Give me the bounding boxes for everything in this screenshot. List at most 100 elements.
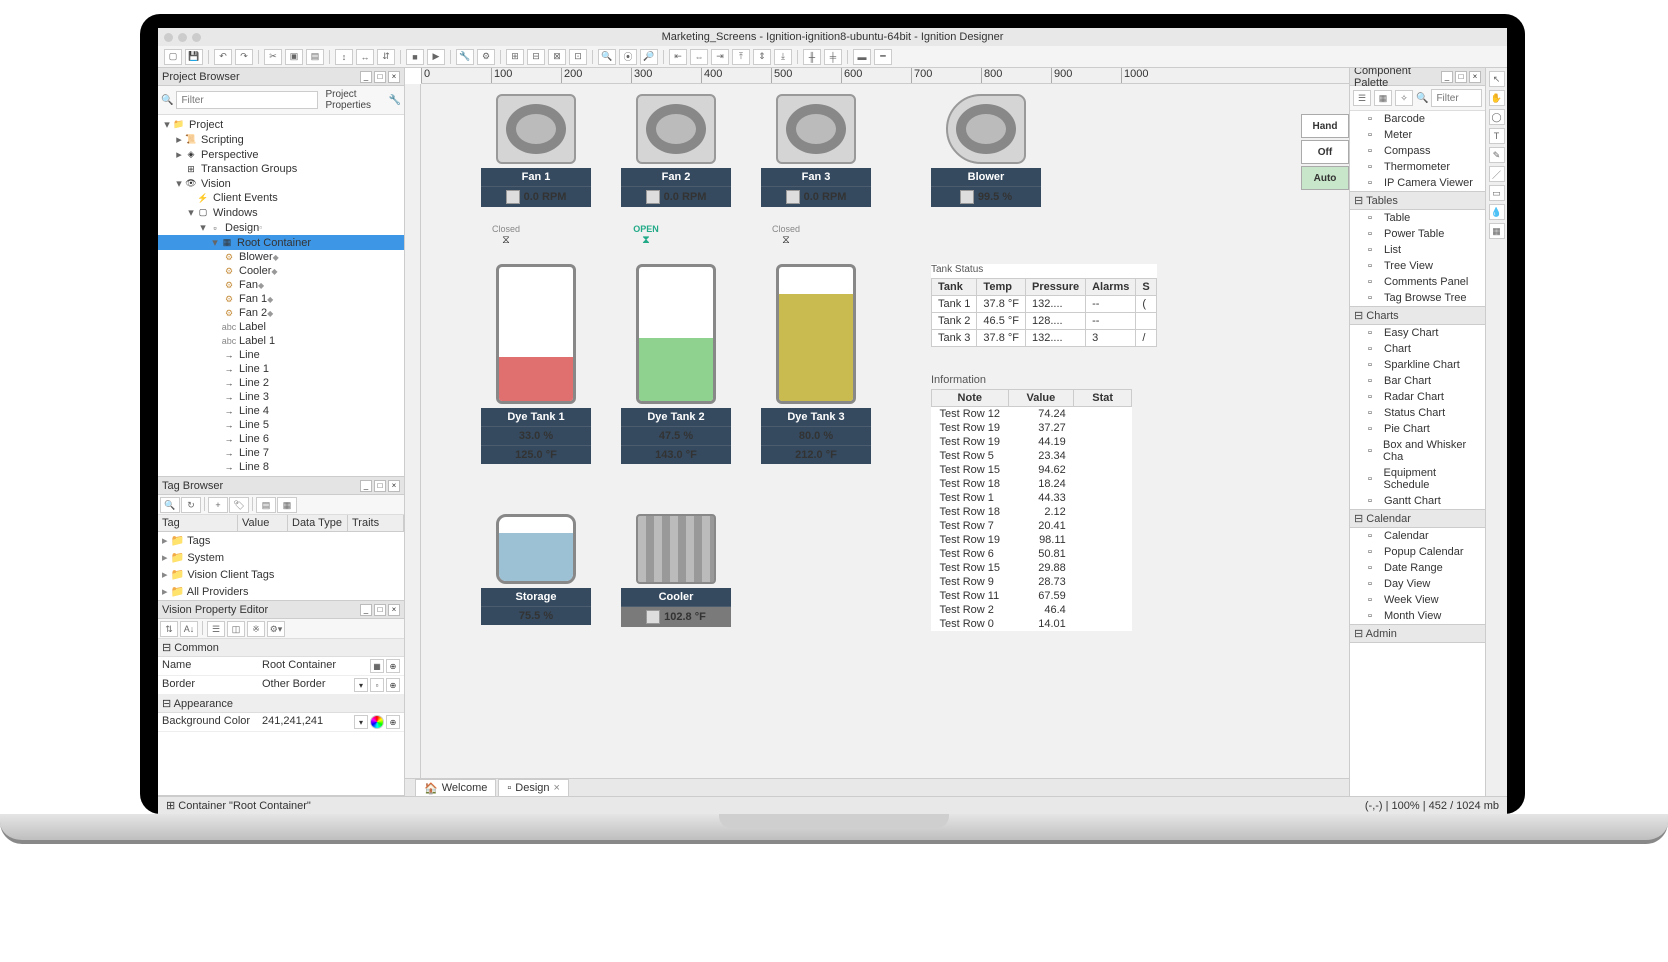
- col-header[interactable]: Alarms: [1086, 279, 1136, 296]
- palette-group[interactable]: ⊟ Charts: [1350, 306, 1485, 325]
- col-header[interactable]: Tank: [932, 279, 977, 296]
- palette-item[interactable]: ▫Month View: [1350, 608, 1485, 624]
- palette-item[interactable]: ▫List: [1350, 242, 1485, 258]
- col-header[interactable]: Note: [932, 390, 1009, 407]
- properties-icon[interactable]: 🔧: [389, 95, 401, 106]
- wrench-icon[interactable]: 🔧: [456, 49, 474, 65]
- panel-restore-icon[interactable]: □: [1455, 71, 1467, 83]
- filter4-icon[interactable]: ⚙▾: [267, 621, 285, 637]
- filter2-icon[interactable]: ◫: [227, 621, 245, 637]
- palette-item[interactable]: ▫Tag Browse Tree: [1350, 290, 1485, 306]
- palette-item[interactable]: ▫Calendar: [1350, 528, 1485, 544]
- table-row[interactable]: Test Row 1167.59: [932, 589, 1132, 603]
- add-icon[interactable]: +: [208, 497, 228, 513]
- view1-icon[interactable]: ▤: [256, 497, 276, 513]
- align2-icon[interactable]: ↔: [356, 49, 374, 65]
- snap4-icon[interactable]: ⊡: [569, 49, 587, 65]
- layer2-icon[interactable]: ━: [874, 49, 892, 65]
- table-row[interactable]: Test Row 928.73: [932, 575, 1132, 589]
- blower[interactable]: Blower 99.5 %: [931, 94, 1041, 207]
- design-canvas[interactable]: Fan 1 0.0 RPM Fan 2 0.0 RPM Fan 3 0.0 RP…: [421, 84, 1349, 778]
- palette-item[interactable]: ▫Radar Chart: [1350, 389, 1485, 405]
- play-icon[interactable]: ▶: [427, 49, 445, 65]
- col-datatype[interactable]: Data Type: [288, 515, 348, 531]
- table-row[interactable]: Test Row 1937.27: [932, 421, 1132, 435]
- snap3-icon[interactable]: ⊠: [548, 49, 566, 65]
- table-row[interactable]: Test Row 1274.24: [932, 407, 1132, 422]
- zoomout-icon[interactable]: 🔍: [598, 49, 616, 65]
- auto-button[interactable]: Auto: [1301, 166, 1349, 190]
- panel-close-icon[interactable]: ×: [388, 604, 400, 616]
- panel-minimize-icon[interactable]: _: [360, 480, 372, 492]
- palette-group[interactable]: ⊟ Calendar: [1350, 509, 1485, 528]
- hand-icon[interactable]: ✋: [1489, 90, 1505, 106]
- view2-icon[interactable]: ▦: [277, 497, 297, 513]
- palette-item[interactable]: ▫Equipment Schedule: [1350, 465, 1485, 493]
- palette-mode2-icon[interactable]: ▦: [1374, 90, 1392, 106]
- panel-minimize-icon[interactable]: _: [360, 71, 372, 83]
- project-properties-link[interactable]: Project Properties: [321, 89, 385, 111]
- panel-restore-icon[interactable]: □: [374, 480, 386, 492]
- palette-item[interactable]: ▫Pie Chart: [1350, 421, 1485, 437]
- palette-item[interactable]: ▫Power Table: [1350, 226, 1485, 242]
- close-window-icon[interactable]: [164, 33, 173, 42]
- palette-item[interactable]: ▫Table: [1350, 210, 1485, 226]
- dropdown-icon[interactable]: ▾: [354, 678, 368, 692]
- line-icon[interactable]: ／: [1489, 166, 1505, 182]
- palette-mode1-icon[interactable]: ☰: [1353, 90, 1371, 106]
- panel-close-icon[interactable]: ×: [388, 480, 400, 492]
- table-row[interactable]: Tank 337.8 °F132....3/: [932, 330, 1157, 347]
- table-row[interactable]: Test Row 523.34: [932, 449, 1132, 463]
- col-header[interactable]: S: [1136, 279, 1156, 296]
- col-header[interactable]: Pressure: [1026, 279, 1086, 296]
- eyedrop-icon[interactable]: 💧: [1489, 204, 1505, 220]
- valve-3[interactable]: Closed⧖: [771, 224, 801, 254]
- layer1-icon[interactable]: ▬: [853, 49, 871, 65]
- maximize-window-icon[interactable]: [192, 33, 201, 42]
- dist2-icon[interactable]: ╪: [824, 49, 842, 65]
- sort1-icon[interactable]: ⇅: [160, 621, 178, 637]
- col-value[interactable]: Value: [238, 515, 288, 531]
- palette-item[interactable]: ▫Date Range: [1350, 560, 1485, 576]
- palette-item[interactable]: ▫Gantt Chart: [1350, 493, 1485, 509]
- palette-item[interactable]: ▫Easy Chart: [1350, 325, 1485, 341]
- prop-group-appearance[interactable]: Appearance: [174, 698, 233, 710]
- valve-1[interactable]: Closed⧖: [491, 224, 521, 254]
- fan-3[interactable]: Fan 3 0.0 RPM: [761, 94, 871, 207]
- gear-icon[interactable]: ⚙: [477, 49, 495, 65]
- tab-welcome[interactable]: 🏠Welcome: [415, 779, 496, 797]
- hand-button[interactable]: Hand: [1301, 114, 1349, 138]
- alignb-icon[interactable]: ⤓: [774, 49, 792, 65]
- palette-mode3-icon[interactable]: ✧: [1395, 90, 1413, 106]
- prop-group-common[interactable]: Common: [174, 642, 219, 654]
- table-row[interactable]: Test Row 182.12: [932, 505, 1132, 519]
- bind-icon[interactable]: ▦: [370, 659, 384, 673]
- link-icon[interactable]: ⊕: [386, 715, 400, 729]
- zoomin-icon[interactable]: 🔎: [640, 49, 658, 65]
- palette-item[interactable]: ▫IP Camera Viewer: [1350, 175, 1485, 191]
- prop-row-border[interactable]: Border Other Border ▾▫⊕: [158, 676, 404, 695]
- tag-icon[interactable]: 🏷: [229, 497, 249, 513]
- palette-item[interactable]: ▫Day View: [1350, 576, 1485, 592]
- new-icon[interactable]: ▢: [164, 49, 182, 65]
- text-icon[interactable]: T: [1489, 128, 1505, 144]
- off-button[interactable]: Off: [1301, 140, 1349, 164]
- table-row[interactable]: Tank 246.5 °F128....--: [932, 313, 1157, 330]
- project-tree[interactable]: ▾📁Project ▸📜Scripting ▸◈Perspective ⊞Tra…: [158, 115, 404, 476]
- dropdown-icon[interactable]: ▾: [354, 715, 368, 729]
- information-table[interactable]: Information NoteValueStatTest Row 1274.2…: [931, 374, 1132, 631]
- palette-item[interactable]: ▫Status Chart: [1350, 405, 1485, 421]
- table-row[interactable]: Test Row 1529.88: [932, 561, 1132, 575]
- rect-icon[interactable]: ▭: [1489, 185, 1505, 201]
- snap2-icon[interactable]: ⊟: [527, 49, 545, 65]
- palette-item[interactable]: ▫Week View: [1350, 592, 1485, 608]
- table-row[interactable]: Test Row 144.33: [932, 491, 1132, 505]
- tab-design[interactable]: ▫Design×: [498, 779, 569, 796]
- save-icon[interactable]: 💾: [185, 49, 203, 65]
- palette-item[interactable]: ▫Chart: [1350, 341, 1485, 357]
- tank-status-table[interactable]: Tank Status TankTempPressureAlarmsSTank …: [931, 264, 1157, 347]
- copy-icon[interactable]: ▣: [285, 49, 303, 65]
- table-row[interactable]: Test Row 246.4: [932, 603, 1132, 617]
- pointer-icon[interactable]: ↖: [1489, 71, 1505, 87]
- palette-item[interactable]: ▫Meter: [1350, 127, 1485, 143]
